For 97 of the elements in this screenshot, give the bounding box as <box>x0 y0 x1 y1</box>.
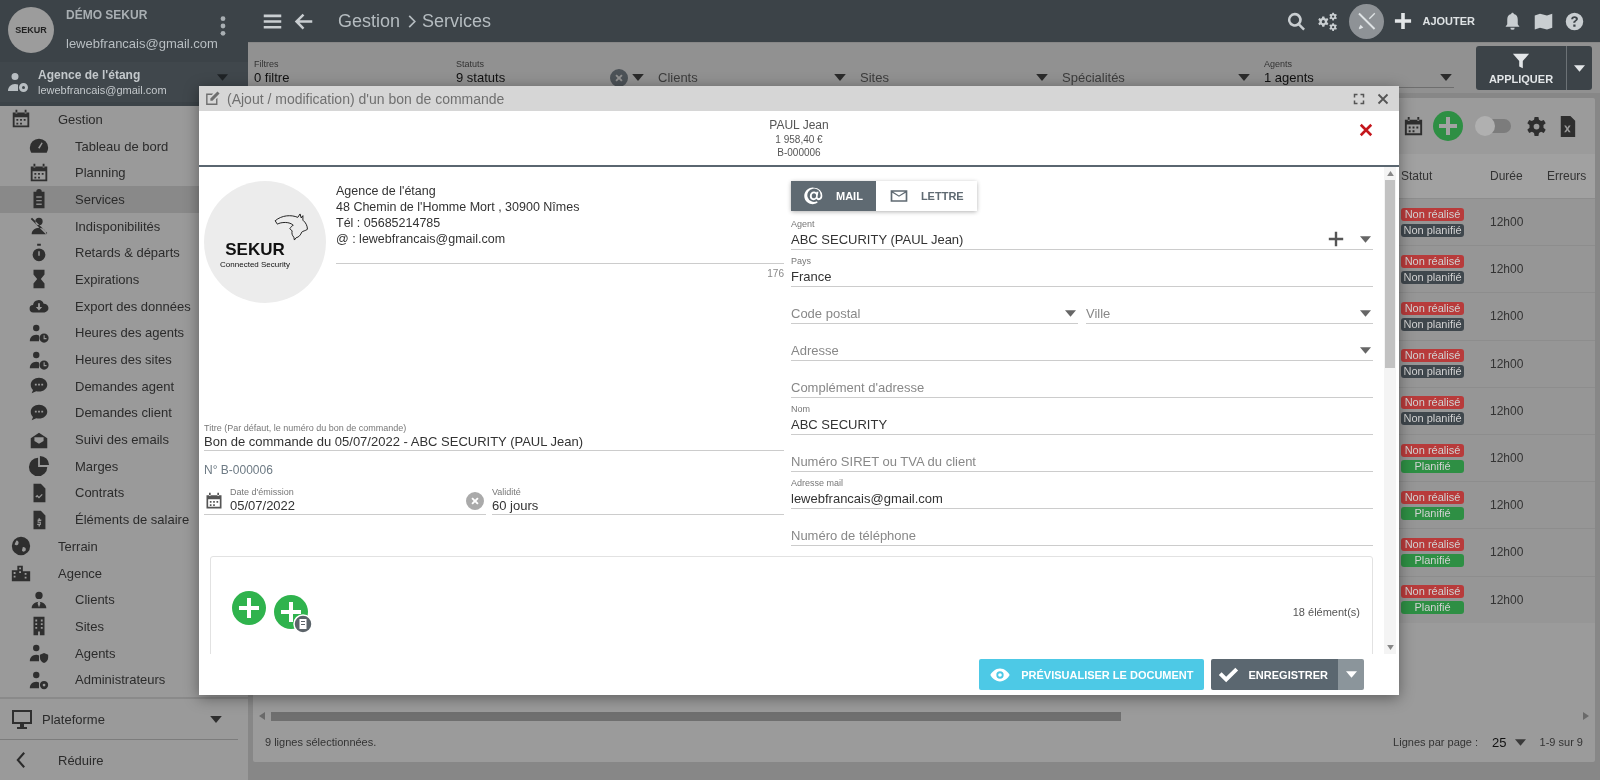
filter-field[interactable]: Spécialités <box>1062 68 1238 87</box>
sidebar-item[interactable]: Agents <box>0 639 248 667</box>
rows-per-page-select[interactable]: 25 <box>1492 734 1526 750</box>
sidebar-item[interactable]: Gestion <box>0 106 248 133</box>
order-number: N° B-000006 <box>204 463 274 477</box>
page-range: 1-9 sur 9 <box>1539 736 1583 748</box>
summary-text: PAUL Jean <box>769 118 829 132</box>
sidebar-item[interactable]: Demandes agent <box>0 372 248 400</box>
filter-field[interactable]: 9 statuts <box>456 68 610 87</box>
field-label: Agent <box>791 219 816 229</box>
character-counter: 176 <box>767 268 784 279</box>
sidebar-item[interactable]: Heures des sites <box>0 346 248 373</box>
filter-field[interactable]: Clients <box>658 68 834 87</box>
sidebar-item[interactable]: Heures des agents <box>0 319 248 347</box>
input-field[interactable]: ABC SECURITY <box>791 415 1373 433</box>
filter-label: Statuts <box>456 58 485 69</box>
status-tag: Non réalisé <box>1401 207 1464 221</box>
column-header[interactable]: Durée <box>1490 169 1547 183</box>
input-field[interactable]: lewebfrancais@gmail.com <box>791 489 1373 507</box>
send-mode-tab[interactable]: MAIL <box>791 181 876 211</box>
dialog-title: (Ajout / modification) d'un bon de commande <box>227 90 505 107</box>
status-tag: Non planifié <box>1401 412 1464 426</box>
table-cell-text: 12h00 <box>1490 498 1525 513</box>
input-field[interactable]: ABC SECURITY (PAUL Jean) <box>791 230 1328 248</box>
sidebar-item[interactable]: Administrateurs <box>0 666 248 694</box>
breadcrumb-link[interactable]: Gestion <box>338 10 401 32</box>
filter-field[interactable]: Sites <box>860 68 1036 87</box>
status-tag: Non planifié <box>1401 317 1464 331</box>
status-tag: Non réalisé <box>1401 396 1464 410</box>
input-field[interactable]: Complément d'adresse <box>791 378 1373 396</box>
table-cell-text: 12h00 <box>1490 262 1525 277</box>
field-label: Pays <box>791 256 812 266</box>
status-tag: Non réalisé <box>1401 585 1464 599</box>
field-label: Titre (Par défaut, le numéro du bon de commande) <box>204 423 408 433</box>
input-field[interactable]: France <box>791 267 1373 285</box>
filter-label: Agents <box>1264 58 1294 69</box>
date-field[interactable]: 05/07/2022 <box>230 497 466 514</box>
platform-dropdown[interactable]: Plateforme <box>0 699 238 740</box>
agency-name[interactable]: Agence de l'étang <box>38 68 217 82</box>
account-logo: SEKUR <box>8 7 54 53</box>
status-tag: Planifié <box>1401 601 1464 615</box>
field-label: Date d'émission <box>230 487 295 497</box>
company-logo: SEKUR Connected Security <box>204 181 326 303</box>
account-email: lewebfrancais@gmail.com <box>66 36 219 51</box>
table-cell-text: 12h00 <box>1490 309 1525 324</box>
field-label: Validité <box>492 487 522 497</box>
input-field[interactable]: Code postal <box>791 304 1065 322</box>
input-field[interactable]: Bon de commande du 05/07/2022 - ABC SECURITY (PAUL Jean) <box>204 433 784 450</box>
agency-email: lewebfrancais@gmail.com <box>38 84 168 96</box>
filter-field[interactable]: 1 agents <box>1264 68 1440 87</box>
account-name: DÉMO SEKUR <box>66 8 149 22</box>
status-tag: Non réalisé <box>1401 443 1464 457</box>
table-cell-text: 12h00 <box>1490 592 1525 607</box>
sidebar-item[interactable]: Clients <box>0 586 248 614</box>
filter-field[interactable]: 0 filtre <box>254 68 444 87</box>
status-tag: Non planifié <box>1401 270 1464 284</box>
input-field[interactable]: Ville <box>1086 304 1360 322</box>
status-tag: Non réalisé <box>1401 349 1464 363</box>
status-tag: Planifié <box>1401 459 1464 473</box>
table-cell-text: 12h00 <box>1490 403 1525 418</box>
status-tag: Non réalisé <box>1401 301 1464 315</box>
sidebar-item[interactable]: Tableau de bord <box>0 132 248 160</box>
status-tag: Planifié <box>1401 553 1464 567</box>
status-tag: Non réalisé <box>1401 490 1464 504</box>
rows-per-page-label: Lignes par page : <box>1393 736 1479 748</box>
item-count: 18 élément(s) <box>1292 606 1360 618</box>
summary-text: 1 958,40 € <box>775 134 823 145</box>
table-cell-text: 12h00 <box>1490 215 1525 230</box>
sidebar-item[interactable]: Agence <box>0 559 248 587</box>
status-tag: Non réalisé <box>1401 537 1464 551</box>
table-cell-text: 12h00 <box>1490 451 1525 466</box>
save-button[interactable]: ENREGISTRER <box>1210 659 1338 690</box>
sidebar-item[interactable]: Terrain <box>0 533 248 560</box>
column-header[interactable]: Erreurs <box>1547 169 1595 183</box>
field-label: Adresse mail <box>791 478 845 488</box>
filter-label: Filtres <box>254 58 280 69</box>
table-cell-text: 12h00 <box>1490 356 1525 371</box>
input-field[interactable]: 60 jours <box>492 497 784 514</box>
field-label: Nom <box>791 404 811 414</box>
collapse-button[interactable]: Réduire <box>0 740 248 780</box>
send-mode-tab[interactable]: LETTRE <box>875 181 977 211</box>
status-tag: Non réalisé <box>1401 254 1464 268</box>
selection-count: 9 lignes sélectionnées. <box>265 736 377 748</box>
input-field[interactable]: Numéro de téléphone <box>791 526 1373 544</box>
add-button[interactable]: AJOUTER <box>1394 12 1475 30</box>
page-title: Services <box>422 10 492 32</box>
table-cell-text: 12h00 <box>1490 545 1525 560</box>
address-text-area[interactable]: Agence de l'étang 48 Chemin de l'Homme Mort , 30900 Nîmes Tél : 05685214785 @ : lewebfrancais@gmail.com <box>336 183 784 264</box>
status-tag: Non planifié <box>1401 365 1464 379</box>
apply-button[interactable]: APPLIQUER <box>1476 46 1566 90</box>
sidebar-item[interactable]: Sites <box>0 613 248 640</box>
column-header[interactable]: Statut <box>1401 169 1490 183</box>
input-field[interactable]: Adresse <box>791 341 1360 359</box>
input-field[interactable]: Numéro SIRET ou TVA du client <box>791 452 1373 470</box>
status-tag: Planifié <box>1401 506 1464 520</box>
status-tag: Non planifié <box>1401 223 1464 237</box>
summary-text: B-000006 <box>777 147 821 158</box>
